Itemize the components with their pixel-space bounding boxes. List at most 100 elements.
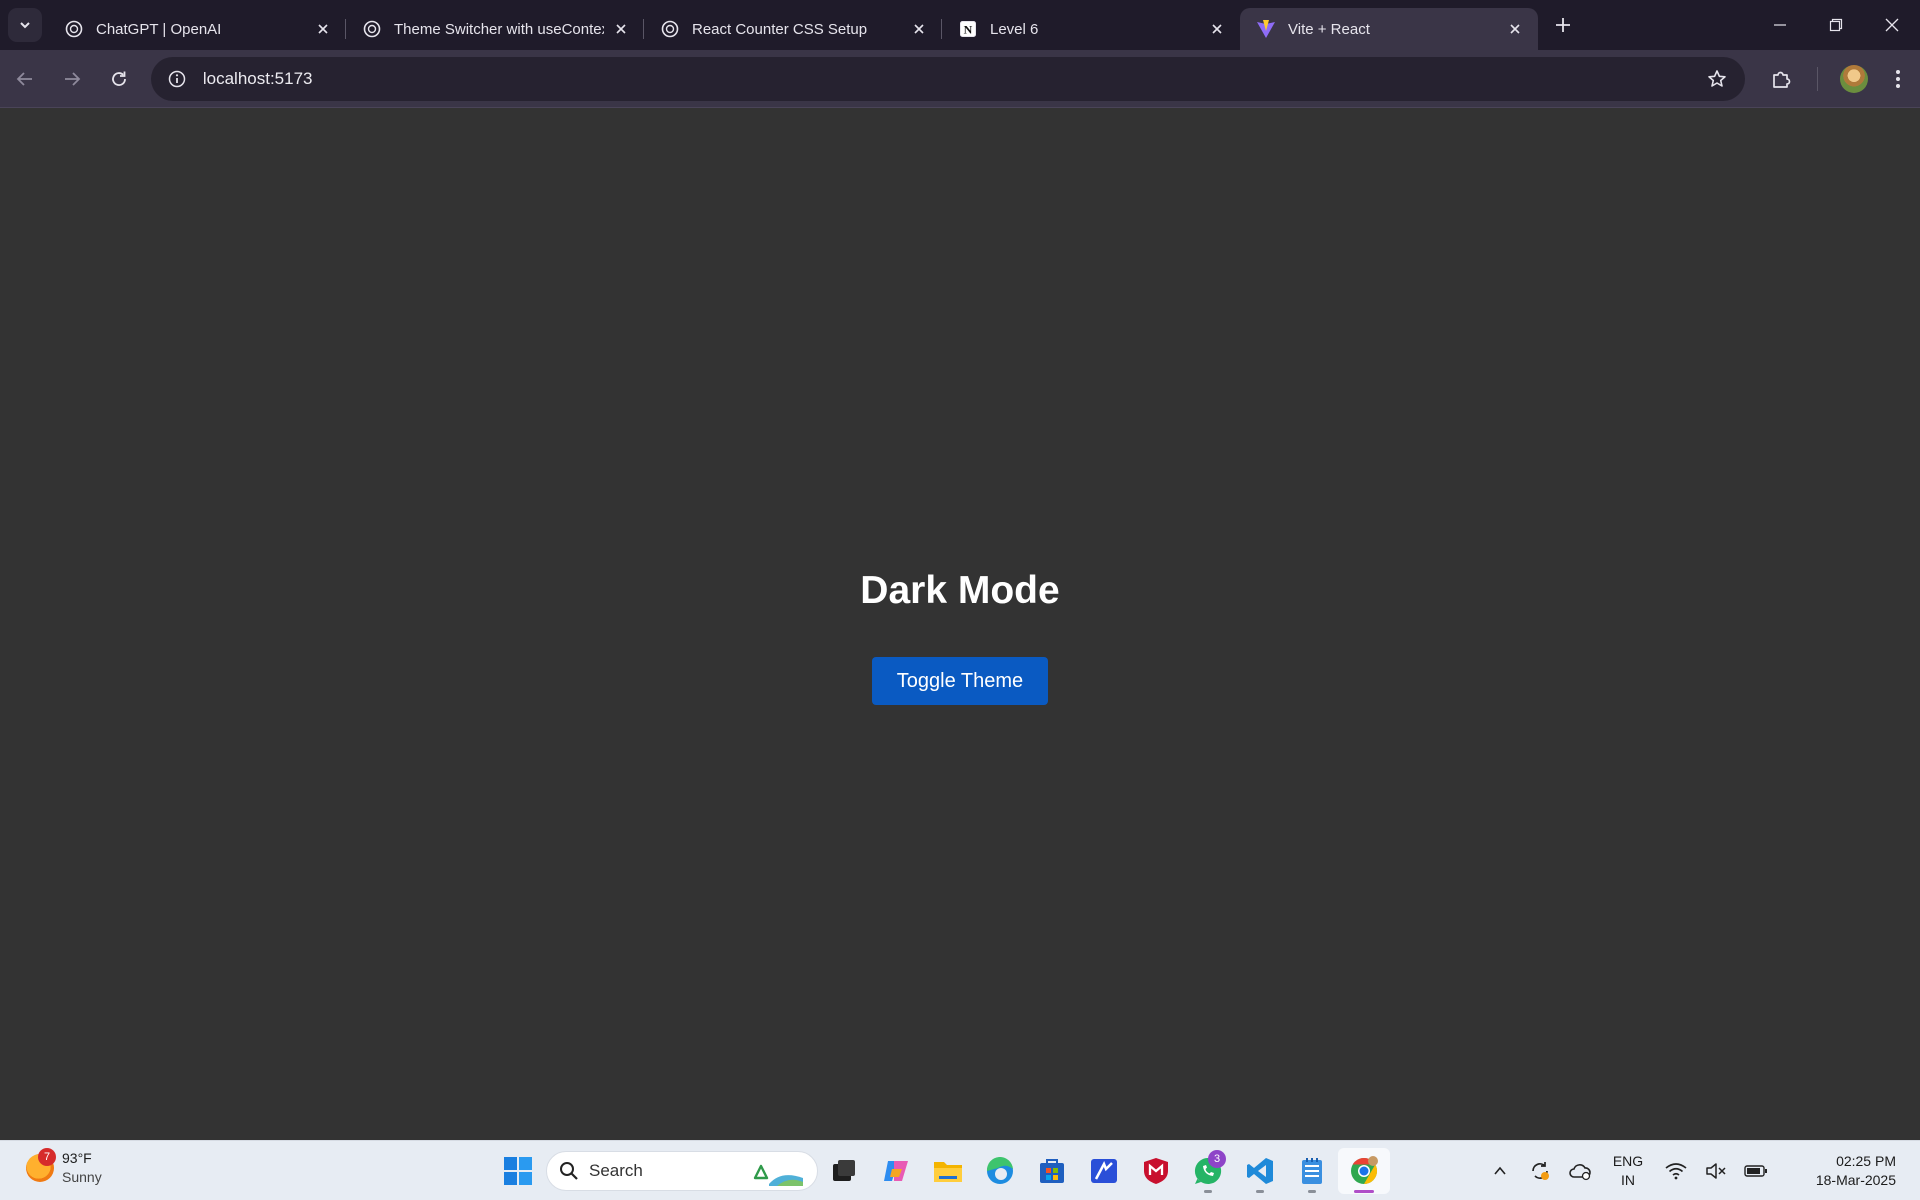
info-icon[interactable] xyxy=(165,67,189,91)
search-icon xyxy=(560,1162,578,1180)
task-view-app[interactable] xyxy=(818,1148,870,1194)
profile-button[interactable] xyxy=(1832,57,1876,101)
forward-button[interactable] xyxy=(50,57,94,101)
store-app[interactable] xyxy=(1026,1148,1078,1194)
language-line1: ENG xyxy=(1612,1153,1644,1169)
puzzle-icon xyxy=(1773,71,1791,88)
tab-title: ChatGPT | OpenAI xyxy=(96,20,222,38)
sun-icon: 7 xyxy=(26,1148,56,1182)
edge-icon xyxy=(986,1157,1013,1184)
weather-widget[interactable]: 7 93°F Sunny xyxy=(26,1148,102,1187)
volume-muted-icon xyxy=(1706,1163,1726,1179)
close-icon[interactable] xyxy=(610,18,632,40)
sync-tray-button[interactable] xyxy=(1520,1151,1560,1191)
copilot-icon xyxy=(884,1161,908,1181)
tab-title: Vite + React xyxy=(1288,20,1370,38)
restore-button[interactable] xyxy=(1808,0,1864,50)
more-vertical-icon xyxy=(1896,69,1901,88)
taskbar: 7 93°F Sunny Search 3 ENG IN 02:25 PM 18… xyxy=(0,1140,1920,1200)
tab-search-button[interactable] xyxy=(8,8,42,42)
folder-icon xyxy=(934,1162,962,1182)
notepad-icon xyxy=(1302,1158,1322,1184)
tab-title: Level 6 xyxy=(990,20,1039,38)
new-tab-button[interactable] xyxy=(1546,8,1580,42)
restore-icon xyxy=(1829,18,1843,32)
openai-icon xyxy=(64,19,84,39)
avatar xyxy=(1840,64,1869,93)
minimize-button[interactable] xyxy=(1752,0,1808,50)
whatsapp-app[interactable]: 3 xyxy=(1182,1148,1234,1194)
vscode-app[interactable] xyxy=(1234,1148,1286,1194)
url-text[interactable]: localhost:5173 xyxy=(203,69,1703,89)
tab-strip: ChatGPT | OpenAI Theme Switcher with use… xyxy=(0,0,1920,50)
tab-chatgpt[interactable]: ChatGPT | OpenAI xyxy=(48,8,346,50)
tab-vite-react[interactable]: Vite + React xyxy=(1240,8,1538,50)
clock-date: 18-Mar-2025 xyxy=(1815,1172,1896,1188)
language-line2: IN xyxy=(1621,1172,1635,1188)
onedrive-tray-button[interactable] xyxy=(1560,1151,1600,1191)
copilot-app[interactable] xyxy=(870,1148,922,1194)
taskbar-apps: Search 3 xyxy=(496,1148,1390,1194)
tab-react-counter[interactable]: React Counter CSS Setup xyxy=(644,8,942,50)
clock[interactable]: 02:25 PM 18-Mar-2025 xyxy=(1786,1152,1896,1190)
store-icon xyxy=(1040,1159,1064,1183)
weather-condition: Sunny xyxy=(62,1169,102,1185)
openai-icon xyxy=(362,19,382,39)
edge-app[interactable] xyxy=(974,1148,1026,1194)
battery-icon xyxy=(1744,1165,1767,1177)
close-icon xyxy=(1885,18,1899,32)
wifi-icon xyxy=(1665,1163,1687,1180)
taskbar-search[interactable]: Search xyxy=(546,1151,818,1191)
tab-title: Theme Switcher with useContext xyxy=(394,20,604,38)
window-close-button[interactable] xyxy=(1864,0,1920,50)
tab-title: React Counter CSS Setup xyxy=(692,20,868,38)
weather-temperature: 93°F xyxy=(62,1150,92,1166)
tab-level-6[interactable]: N Level 6 xyxy=(942,8,1240,50)
shield-icon xyxy=(1144,1158,1168,1184)
windows-icon xyxy=(504,1157,532,1185)
page-viewport: Dark Mode Toggle Theme xyxy=(0,109,1920,1140)
clock-time: 02:25 PM xyxy=(1836,1153,1896,1169)
minimize-icon xyxy=(1774,24,1786,26)
notion-icon: N xyxy=(958,19,978,39)
back-button[interactable] xyxy=(3,57,47,101)
browser-toolbar: localhost:5173 xyxy=(0,50,1920,108)
window-controls xyxy=(1752,0,1920,50)
notepad-app[interactable] xyxy=(1286,1148,1338,1194)
close-icon[interactable] xyxy=(312,18,334,40)
mcafee-app[interactable] xyxy=(1130,1148,1182,1194)
wifi-tray-button[interactable] xyxy=(1656,1151,1696,1191)
svg-text:N: N xyxy=(964,23,973,37)
volume-tray-button[interactable] xyxy=(1696,1151,1736,1191)
notification-badge: 3 xyxy=(1208,1150,1226,1168)
close-icon[interactable] xyxy=(1206,18,1228,40)
toggle-theme-button[interactable]: Toggle Theme xyxy=(872,657,1048,705)
tab-theme-switcher[interactable]: Theme Switcher with useContext xyxy=(346,8,644,50)
plus-icon xyxy=(1556,18,1570,32)
vscode-icon xyxy=(1247,1158,1273,1184)
show-hidden-icons-button[interactable] xyxy=(1480,1151,1520,1191)
file-explorer-app[interactable] xyxy=(922,1148,974,1194)
chrome-app[interactable] xyxy=(1338,1148,1390,1194)
battery-tray-button[interactable] xyxy=(1736,1151,1776,1191)
extensions-button[interactable] xyxy=(1759,57,1803,101)
close-icon[interactable] xyxy=(908,18,930,40)
close-icon[interactable] xyxy=(1504,18,1526,40)
arrow-left-icon xyxy=(16,71,32,86)
search-placeholder: Search xyxy=(589,1161,643,1180)
recycle-icon xyxy=(753,1164,803,1186)
chevron-up-icon xyxy=(1494,1166,1506,1175)
task-view-icon xyxy=(833,1160,855,1181)
star-icon[interactable] xyxy=(1703,65,1731,93)
menu-button[interactable] xyxy=(1876,57,1920,101)
reload-button[interactable] xyxy=(97,57,141,101)
notification-badge: 7 xyxy=(38,1148,56,1166)
start-button[interactable] xyxy=(496,1149,540,1193)
language-indicator[interactable]: ENG IN xyxy=(1600,1152,1656,1190)
cloud-icon xyxy=(1569,1164,1591,1181)
address-bar[interactable]: localhost:5173 xyxy=(150,56,1746,101)
vite-icon xyxy=(1256,19,1276,39)
automate-icon xyxy=(1091,1159,1117,1183)
powerautomate-app[interactable] xyxy=(1078,1148,1130,1194)
chevron-down-icon xyxy=(20,22,30,29)
